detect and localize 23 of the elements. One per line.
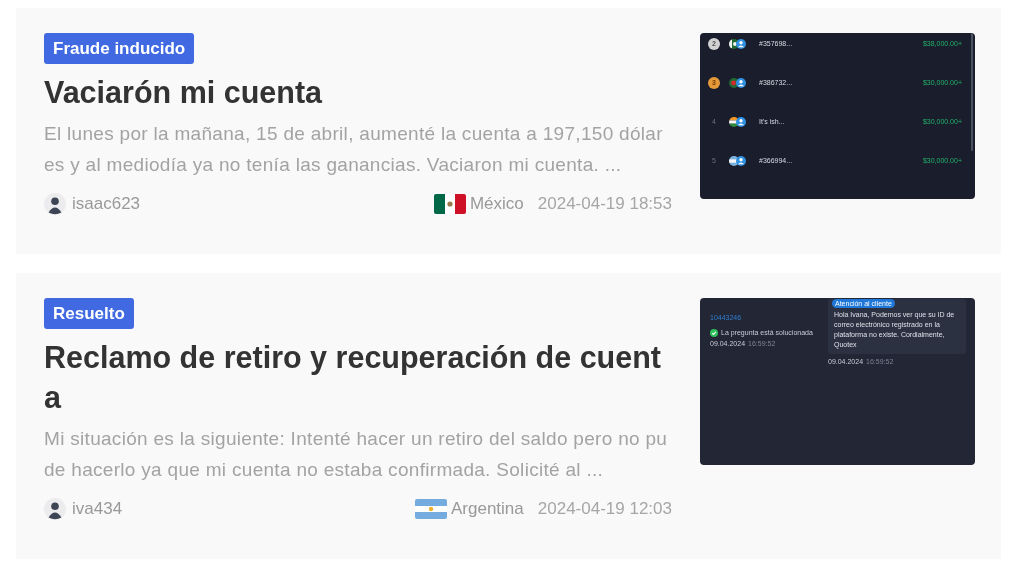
category-tag[interactable]: Resuelto <box>44 298 134 329</box>
user-avatar-icon <box>44 193 66 215</box>
country-name: Argentina <box>451 498 524 521</box>
avatar-icon <box>736 77 746 88</box>
check-icon <box>710 328 718 337</box>
post-excerpt: El lunes por la mañana, 15 de abril, aumenté la cuenta a 197,150 dólares y al mediodía ya no tenía las ganancias. Vaciaron mi cuenta. ... <box>44 122 664 177</box>
avatar-icon <box>736 38 746 49</box>
post-excerpt: Mi situación es la siguiente: Intenté hacer un retiro del saldo pero no pude hacerlo ya que mi cuenta no estaba confirmada. Solicité al ... <box>44 427 669 482</box>
avatar-icon <box>736 155 746 166</box>
post-card[interactable] <box>16 8 1001 254</box>
country-name: México <box>469 193 524 216</box>
post-title[interactable]: Vaciarón mi cuenta <box>44 72 672 112</box>
post-date: 2024-04-19 18:53 <box>537 193 672 216</box>
post-date: 2024-04-19 12:03 <box>537 498 672 521</box>
author-name[interactable]: iva434 <box>72 496 123 522</box>
post-card[interactable] <box>16 273 1001 559</box>
avatar-icon <box>736 116 746 127</box>
post-title[interactable]: Reclamo de retiro y recuperación de cuenta <box>44 337 672 417</box>
flag-icon <box>415 499 447 519</box>
flag-icon <box>433 194 466 214</box>
user-avatar-icon <box>44 498 66 520</box>
author-name[interactable]: isaac623 <box>72 191 141 217</box>
category-tag[interactable]: Fraude inducido <box>44 33 195 64</box>
